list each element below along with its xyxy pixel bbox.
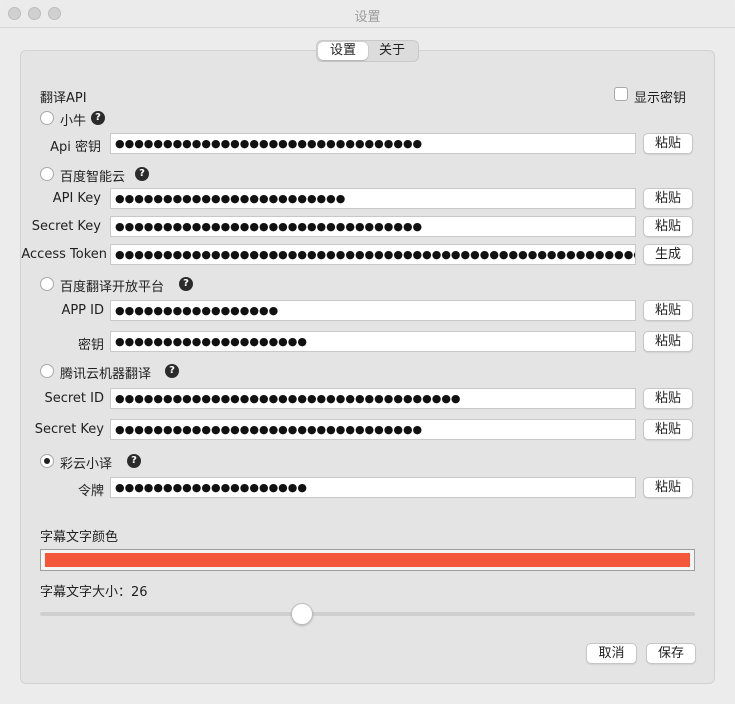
paste-button[interactable]: 粘贴: [643, 419, 693, 440]
provider-radio-tencent[interactable]: [40, 364, 54, 378]
subtitle-size-value: 26: [131, 585, 148, 600]
subtitle-size-slider-track[interactable]: [40, 612, 695, 616]
secret-key-input[interactable]: ●●●●●●●●●●●●●●●●●●●●●●●●●●●●●●●●: [110, 216, 636, 237]
help-icon[interactable]: ?: [179, 277, 193, 291]
field-label: API Key: [52, 191, 101, 206]
field-label: APP ID: [61, 303, 104, 318]
section-title: 翻译API: [40, 91, 87, 106]
field-label: Secret ID: [44, 391, 104, 406]
subtitle-color-label: 字幕文字颜色: [40, 530, 119, 545]
window-title: 设置: [354, 10, 381, 25]
paste-button[interactable]: 粘贴: [643, 133, 693, 154]
paste-button[interactable]: 粘贴: [643, 331, 693, 352]
subtitle-size-caption: 字幕文字大小：: [40, 585, 132, 600]
subtitle-size-label: 字幕文字大小：26: [40, 581, 148, 600]
paste-button[interactable]: 粘贴: [643, 300, 693, 321]
show-secret-checkbox[interactable]: [614, 87, 628, 101]
field-label: Secret Key: [34, 422, 104, 437]
provider-name: 小牛: [60, 114, 87, 129]
provider-name: 彩云小译: [60, 457, 113, 472]
help-icon[interactable]: ?: [165, 364, 179, 378]
secret-input[interactable]: ●●●●●●●●●●●●●●●●●●●●: [110, 331, 636, 352]
paste-button[interactable]: 粘贴: [643, 216, 693, 237]
provider-name: 百度翻译开放平台: [60, 280, 165, 295]
provider-radio-baidu-fanyi[interactable]: [40, 277, 54, 291]
settings-window: 设置 设置 关于 翻译API 显示密钥 小牛 ? Api 密钥 ●●●●●●●●…: [0, 0, 735, 704]
paste-button[interactable]: 粘贴: [643, 188, 693, 209]
provider-radio-baidu-cloud[interactable]: [40, 167, 54, 181]
tab-bar: 设置 关于: [316, 40, 419, 62]
tab-about[interactable]: 关于: [368, 42, 416, 60]
subtitle-size-slider-knob[interactable]: [291, 603, 313, 625]
cancel-button[interactable]: 取消: [586, 643, 637, 664]
paste-button[interactable]: 粘贴: [643, 388, 693, 409]
help-icon[interactable]: ?: [127, 454, 141, 468]
generate-button[interactable]: 生成: [643, 244, 693, 265]
provider-name: 腾讯云机器翻译: [60, 367, 152, 382]
paste-button[interactable]: 粘贴: [643, 477, 693, 498]
secret-key-input[interactable]: ●●●●●●●●●●●●●●●●●●●●●●●●●●●●●●●●: [110, 419, 636, 440]
secret-id-input[interactable]: ●●●●●●●●●●●●●●●●●●●●●●●●●●●●●●●●●●●●: [110, 388, 636, 409]
provider-radio-niutrans[interactable]: [40, 111, 54, 125]
help-icon[interactable]: ?: [135, 167, 149, 181]
api-key-input[interactable]: ●●●●●●●●●●●●●●●●●●●●●●●●●●●●●●●●: [110, 133, 636, 154]
provider-name: 百度智能云: [60, 170, 126, 185]
api-key-input[interactable]: ●●●●●●●●●●●●●●●●●●●●●●●●: [110, 188, 636, 209]
access-token-input[interactable]: ●●●●●●●●●●●●●●●●●●●●●●●●●●●●●●●●●●●●●●●●…: [110, 244, 636, 265]
field-label: Access Token: [21, 247, 107, 262]
token-input[interactable]: ●●●●●●●●●●●●●●●●●●●●: [110, 477, 636, 498]
color-swatch: [45, 553, 690, 567]
field-label: 密钥: [77, 338, 104, 353]
provider-radio-caiyun[interactable]: [40, 454, 54, 468]
subtitle-color-well[interactable]: [40, 549, 695, 571]
show-secret-label: 显示密钥: [634, 91, 687, 106]
field-label: Secret Key: [31, 219, 101, 234]
help-icon[interactable]: ?: [91, 111, 105, 125]
tab-settings[interactable]: 设置: [318, 42, 368, 60]
save-button[interactable]: 保存: [646, 643, 696, 664]
field-label: Api 密钥: [50, 140, 101, 155]
title-bar: 设置: [0, 0, 735, 28]
field-label: 令牌: [77, 484, 104, 499]
app-id-input[interactable]: ●●●●●●●●●●●●●●●●●: [110, 300, 636, 321]
